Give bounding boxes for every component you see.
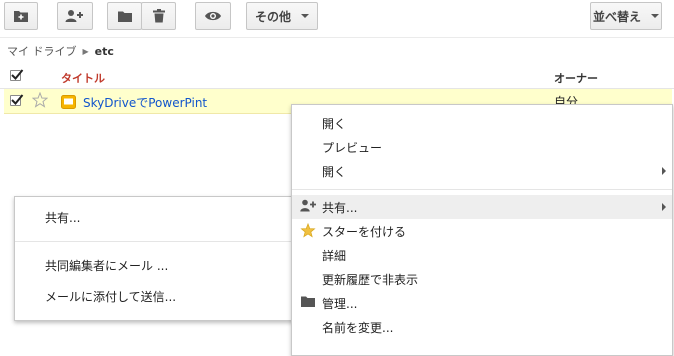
- checkmark-icon: [11, 94, 24, 105]
- menu-item-label: 更新履歴で非表示: [322, 273, 419, 287]
- submenu-item-label: 共有...: [45, 211, 81, 225]
- menu-item-label: 開く: [322, 165, 347, 179]
- menu-item-share[interactable]: 共有...: [292, 195, 672, 219]
- sort-label: 並べ替え: [592, 9, 641, 24]
- more-actions-button[interactable]: その他: [246, 2, 318, 30]
- menu-item-label: 管理...: [322, 297, 358, 311]
- menu-item-label: スターを付ける: [322, 225, 407, 239]
- select-all-checkbox[interactable]: [10, 69, 24, 81]
- eye-icon: [204, 10, 222, 22]
- chevron-right-icon: [662, 167, 666, 175]
- breadcrumb-root[interactable]: マイ ドライブ: [7, 43, 77, 59]
- presentation-icon: [61, 94, 76, 113]
- owner-column-header[interactable]: オーナー: [554, 70, 598, 86]
- submenu-item-email-collaborators[interactable]: 共同編集者にメール ...: [15, 253, 295, 277]
- submenu-item-email-attachment[interactable]: メールに添付して送信...: [15, 284, 295, 308]
- star-icon: [300, 222, 316, 241]
- menu-divider: [292, 189, 672, 190]
- sort-button[interactable]: 並べ替え: [590, 2, 662, 30]
- menu-item-details[interactable]: 詳細: [292, 243, 672, 267]
- menu-item-open-with[interactable]: 開く: [292, 159, 672, 183]
- submenu-divider: [15, 241, 295, 242]
- menu-item-star[interactable]: スターを付ける: [292, 219, 672, 243]
- preview-button[interactable]: [195, 2, 231, 30]
- menu-item-rename[interactable]: 名前を変更...: [292, 315, 672, 339]
- delete-button[interactable]: [141, 2, 176, 30]
- new-folder-button[interactable]: [4, 2, 38, 30]
- chevron-right-icon: [662, 203, 666, 211]
- list-header: タイトル オーナー: [0, 66, 674, 89]
- menu-item-label: 共有...: [322, 201, 358, 215]
- folder-icon: [117, 10, 133, 23]
- title-column-header[interactable]: タイトル: [61, 70, 105, 86]
- context-menu: 開く プレビュー 開く 共有... スターを付ける 詳細 更新履歴で非表示 管理…: [291, 104, 673, 356]
- chevron-down-icon: [301, 14, 309, 18]
- breadcrumb: マイ ドライブ ▶ etc: [7, 42, 114, 60]
- menu-item-open[interactable]: 開く: [292, 111, 672, 135]
- add-person-icon: [300, 199, 317, 215]
- chevron-down-icon: [651, 14, 659, 18]
- folder-icon: [300, 295, 316, 311]
- menu-item-organize[interactable]: 管理...: [292, 291, 672, 315]
- submenu-item-label: メールに添付して送信...: [45, 290, 177, 304]
- add-person-icon: [65, 9, 85, 23]
- menu-item-label: 詳細: [322, 249, 347, 263]
- menu-item-hide-revisions[interactable]: 更新履歴で非表示: [292, 267, 672, 291]
- move-to-folder-button[interactable]: [107, 2, 142, 30]
- share-button[interactable]: [57, 2, 93, 30]
- submenu-item-share[interactable]: 共有...: [15, 205, 295, 229]
- menu-item-label: プレビュー: [322, 141, 383, 155]
- share-submenu: 共有... 共同編集者にメール ... メールに添付して送信...: [14, 196, 296, 321]
- file-title[interactable]: SkyDriveでPowerPint: [83, 94, 207, 111]
- row-checkbox[interactable]: [10, 94, 24, 106]
- menu-item-preview[interactable]: プレビュー: [292, 135, 672, 159]
- more-actions-label: その他: [254, 9, 291, 24]
- menu-item-label: 名前を変更...: [322, 321, 394, 335]
- submenu-item-label: 共同編集者にメール ...: [45, 259, 169, 273]
- star-icon[interactable]: [31, 91, 49, 112]
- checkmark-icon: [11, 69, 24, 80]
- breadcrumb-separator-icon: ▶: [82, 46, 89, 56]
- add-folder-icon: [13, 9, 29, 23]
- menu-item-label: 開く: [322, 117, 347, 131]
- breadcrumb-current: etc: [94, 44, 114, 58]
- toolbar-divider: [0, 37, 674, 38]
- trash-icon: [152, 9, 165, 23]
